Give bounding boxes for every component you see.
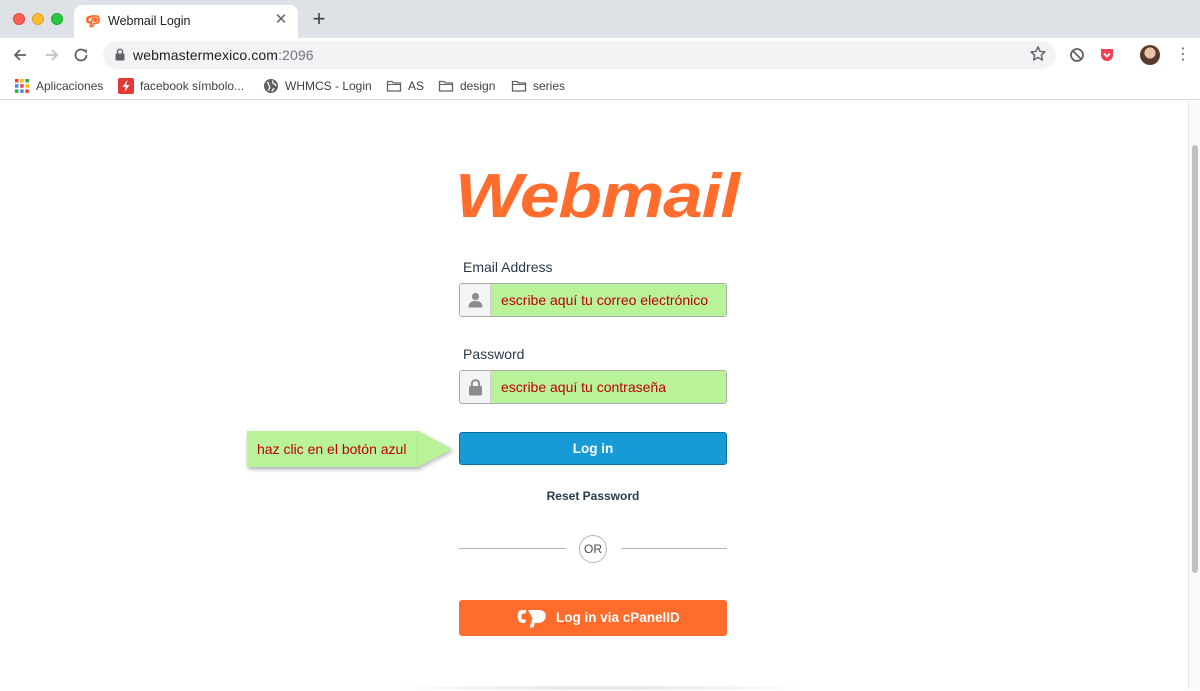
callout-arrow-icon bbox=[418, 431, 452, 467]
block-extension-icon[interactable] bbox=[1068, 46, 1086, 64]
logo-text: Webmail bbox=[455, 165, 742, 225]
cpanel-logo-icon bbox=[517, 610, 546, 628]
globe-icon bbox=[264, 79, 278, 93]
callout-text: haz clic en el botón azul bbox=[257, 441, 407, 457]
email-label: Email Address bbox=[463, 259, 553, 275]
bookmark-label: Aplicaciones bbox=[36, 79, 104, 93]
browser-tab-webmail[interactable]: Webmail Login ✕ bbox=[74, 5, 298, 38]
bookmark-label: facebook símbolo... bbox=[140, 79, 245, 93]
user-icon bbox=[468, 292, 483, 308]
folder-icon bbox=[386, 80, 402, 92]
divider-line-left bbox=[459, 548, 566, 549]
maximize-window-button[interactable] bbox=[51, 13, 63, 25]
password-input-group bbox=[459, 370, 727, 404]
bookmark-star-icon[interactable] bbox=[1028, 44, 1048, 64]
reset-password-link[interactable]: Reset Password bbox=[459, 489, 727, 503]
close-window-button[interactable] bbox=[13, 13, 25, 25]
more-menu-icon[interactable]: ⋮ bbox=[1175, 45, 1191, 65]
email-addon bbox=[460, 284, 491, 316]
minimize-window-button[interactable] bbox=[32, 13, 44, 25]
reload-icon[interactable] bbox=[70, 44, 92, 66]
apps-grid-icon bbox=[15, 79, 29, 93]
forward-arrow-icon[interactable] bbox=[40, 44, 62, 66]
webmail-logo: Webmail bbox=[455, 165, 742, 225]
lightning-bolt-icon bbox=[118, 78, 134, 94]
address-bar[interactable]: webmastermexico.com:2096 bbox=[103, 41, 1056, 69]
password-field[interactable] bbox=[491, 371, 726, 403]
cpanel-favicon-icon bbox=[86, 15, 100, 28]
new-tab-button[interactable]: + bbox=[309, 8, 329, 30]
bookmark-label: series bbox=[533, 79, 566, 93]
close-tab-icon[interactable]: ✕ bbox=[272, 11, 290, 29]
folder-icon bbox=[438, 80, 454, 92]
bookmarks-bar: Aplicaciones facebook símbolo... WHMCS -… bbox=[0, 72, 1200, 100]
url-host: webmastermexico.com bbox=[133, 47, 279, 63]
cpanelid-button-label: Log in via cPanelID bbox=[556, 610, 680, 625]
lock-icon bbox=[115, 48, 125, 61]
page-scrollbar[interactable] bbox=[1188, 101, 1200, 689]
instruction-callout: haz clic en el botón azul bbox=[247, 431, 455, 467]
page-viewport: Webmail Email Address Password haz clic … bbox=[0, 101, 1200, 691]
scrollbar-thumb[interactable] bbox=[1192, 145, 1198, 573]
lock-icon bbox=[469, 379, 482, 396]
url-port: :2096 bbox=[278, 47, 314, 63]
pocket-extension-icon[interactable] bbox=[1098, 46, 1116, 64]
password-addon bbox=[460, 371, 491, 403]
back-arrow-icon[interactable] bbox=[10, 44, 32, 66]
tab-strip: Webmail Login ✕ + bbox=[0, 0, 1200, 38]
login-button[interactable]: Log in bbox=[459, 432, 727, 465]
email-field[interactable] bbox=[491, 284, 726, 316]
profile-avatar[interactable] bbox=[1140, 45, 1160, 65]
password-label: Password bbox=[463, 346, 525, 362]
divider-line-right bbox=[621, 548, 727, 549]
login-card-shadow bbox=[380, 685, 820, 691]
folder-icon bbox=[511, 80, 527, 92]
bookmark-label: AS bbox=[408, 79, 425, 93]
or-separator: OR bbox=[579, 535, 607, 563]
email-input-group bbox=[459, 283, 727, 317]
tab-title: Webmail Login bbox=[108, 14, 191, 28]
cpanelid-login-button[interactable]: Log in via cPanelID bbox=[459, 600, 727, 636]
bookmark-label: WHMCS - Login bbox=[285, 79, 372, 93]
browser-toolbar: webmastermexico.com:2096 ⋮ bbox=[0, 38, 1200, 72]
url-text[interactable]: webmastermexico.com:2096 bbox=[133, 47, 314, 63]
bookmark-label: design bbox=[460, 79, 496, 93]
